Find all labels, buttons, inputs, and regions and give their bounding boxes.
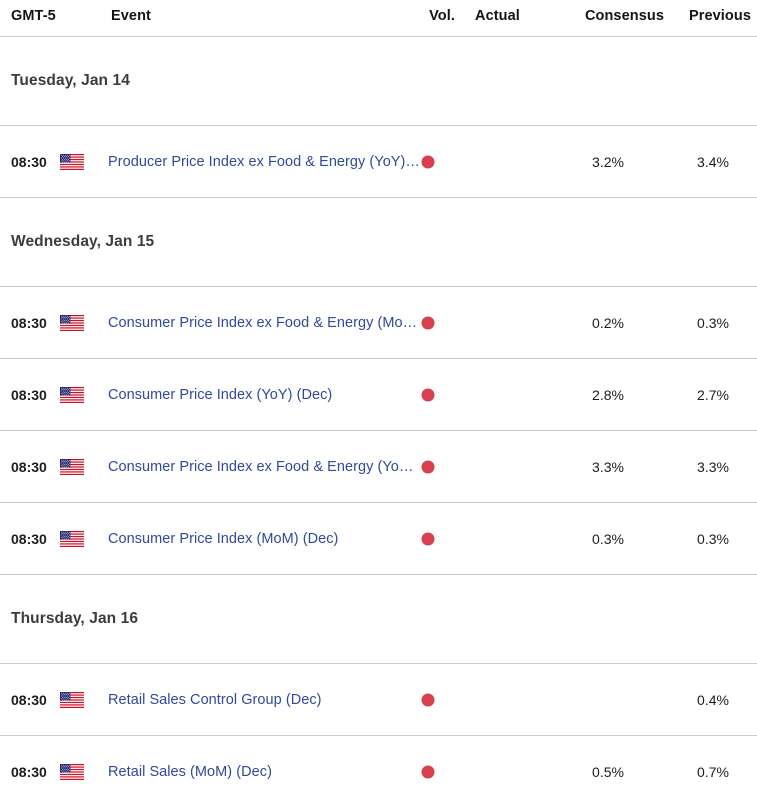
calendar-event-row[interactable]: 08:30 <box>0 359 757 430</box>
event-name-link[interactable]: Consumer Price Index (MoM) (Dec) <box>108 531 338 547</box>
calendar-event-row[interactable]: 08:30 <box>0 736 757 807</box>
calendar-event-row[interactable]: 08:30 <box>0 287 757 358</box>
date-group-header: Thursday, Jan 16 <box>0 575 757 663</box>
event-name-cell: Consumer Price Index ex Food & Energy (M… <box>108 315 417 331</box>
event-name-link[interactable]: Retail Sales (MoM) (Dec) <box>108 764 272 780</box>
volatility-dot-icon[interactable] <box>422 155 435 168</box>
event-consensus-value: 3.2% <box>592 154 624 170</box>
event-name-cell: Retail Sales (MoM) (Dec) <box>108 764 272 780</box>
volatility-dot-icon[interactable] <box>422 693 435 706</box>
event-previous-value: 0.3% <box>697 315 729 331</box>
date-label: Wednesday, Jan 15 <box>11 233 154 251</box>
event-consensus-value: 0.3% <box>592 531 624 547</box>
volatility-dot-icon[interactable] <box>422 532 435 545</box>
event-time: 08:30 <box>11 459 47 475</box>
event-time: 08:30 <box>11 315 47 331</box>
us-flag-icon <box>60 387 84 403</box>
event-time: 08:30 <box>11 154 47 170</box>
event-name-cell: Retail Sales Control Group (Dec) <box>108 692 322 708</box>
event-name-cell: Consumer Price Index (MoM) (Dec) <box>108 531 338 547</box>
event-name-link[interactable]: Consumer Price Index ex Food & Energy (Y… <box>108 459 413 475</box>
event-previous-value: 2.7% <box>697 387 729 403</box>
us-flag-icon <box>60 154 84 170</box>
calendar-body: Tuesday, Jan 14 08:30 <box>0 37 757 807</box>
us-flag-icon <box>60 531 84 547</box>
us-flag-icon <box>60 459 84 475</box>
column-header-previous: Previous <box>689 8 751 24</box>
event-consensus-value: 0.5% <box>592 764 624 780</box>
event-previous-value: 0.4% <box>697 692 729 708</box>
date-group-rows: 08:30 <box>0 126 757 197</box>
event-previous-value: 3.4% <box>697 154 729 170</box>
calendar-table-header: GMT-5 Event Vol. Actual Consensus Previo… <box>0 0 757 36</box>
date-group-rows: 08:30 <box>0 287 757 574</box>
event-name-link[interactable]: Producer Price Index ex Food & Energy (Y… <box>108 154 420 170</box>
event-consensus-value: 2.8% <box>592 387 624 403</box>
calendar-event-row[interactable]: 08:30 <box>0 126 757 197</box>
event-time: 08:30 <box>11 387 47 403</box>
date-group-2: Wednesday, Jan 15 08:30 <box>0 198 757 574</box>
event-previous-value: 0.3% <box>697 531 729 547</box>
calendar-event-row[interactable]: 08:30 <box>0 664 757 735</box>
event-name-cell: Consumer Price Index ex Food & Energy (Y… <box>108 459 413 475</box>
us-flag-icon <box>60 764 84 780</box>
event-name-link[interactable]: Retail Sales Control Group (Dec) <box>108 692 322 708</box>
calendar-event-row[interactable]: 08:30 <box>0 503 757 574</box>
column-header-timezone[interactable]: GMT-5 <box>11 8 56 24</box>
date-group-header: Wednesday, Jan 15 <box>0 198 757 286</box>
event-time: 08:30 <box>11 692 47 708</box>
date-label: Tuesday, Jan 14 <box>11 72 130 90</box>
date-label: Thursday, Jan 16 <box>11 610 138 628</box>
date-group-rows: 08:30 <box>0 664 757 807</box>
event-name-cell: Producer Price Index ex Food & Energy (Y… <box>108 154 420 170</box>
event-name-link[interactable]: Consumer Price Index (YoY) (Dec) <box>108 387 332 403</box>
column-header-actual: Actual <box>475 8 520 24</box>
volatility-dot-icon[interactable] <box>422 316 435 329</box>
us-flag-icon <box>60 315 84 331</box>
event-previous-value: 3.3% <box>697 459 729 475</box>
volatility-dot-icon[interactable] <box>422 765 435 778</box>
event-previous-value: 0.7% <box>697 764 729 780</box>
column-header-volatility: Vol. <box>429 8 455 24</box>
date-group-3: Thursday, Jan 16 08:30 <box>0 575 757 807</box>
volatility-dot-icon[interactable] <box>422 460 435 473</box>
date-group-1: Tuesday, Jan 14 08:30 <box>0 37 757 197</box>
column-header-consensus: Consensus <box>585 8 664 24</box>
calendar-event-row[interactable]: 08:30 <box>0 431 757 502</box>
column-header-event: Event <box>111 8 151 24</box>
us-flag-icon <box>60 692 84 708</box>
volatility-dot-icon[interactable] <box>422 388 435 401</box>
event-consensus-value: 0.2% <box>592 315 624 331</box>
event-time: 08:30 <box>11 764 47 780</box>
event-name-cell: Consumer Price Index (YoY) (Dec) <box>108 387 332 403</box>
date-group-header: Tuesday, Jan 14 <box>0 37 757 125</box>
event-name-link[interactable]: Consumer Price Index ex Food & Energy (M… <box>108 315 417 331</box>
economic-calendar: GMT-5 Event Vol. Actual Consensus Previo… <box>0 0 757 807</box>
event-time: 08:30 <box>11 531 47 547</box>
event-consensus-value: 3.3% <box>592 459 624 475</box>
